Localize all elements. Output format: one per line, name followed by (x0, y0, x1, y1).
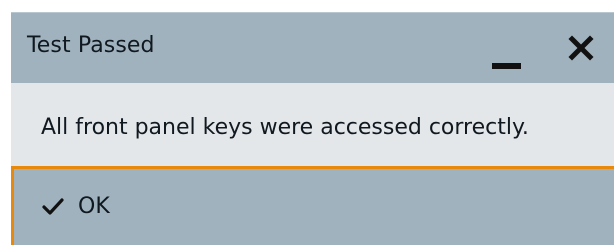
close-icon (568, 35, 594, 61)
dialog-titlebar: Test Passed (11, 12, 614, 83)
dialog-title: Test Passed (27, 33, 155, 58)
minimize-icon (492, 63, 521, 69)
ok-button[interactable]: OK (11, 166, 614, 245)
ok-button-label: OK (78, 194, 110, 219)
test-passed-dialog: Test Passed All front panel keys were ac… (11, 12, 614, 245)
minimize-button[interactable] (482, 27, 530, 73)
close-button[interactable] (564, 31, 598, 65)
dialog-message: All front panel keys were accessed corre… (41, 115, 529, 140)
checkmark-icon (42, 198, 64, 215)
dialog-message-area: All front panel keys were accessed corre… (11, 83, 614, 166)
